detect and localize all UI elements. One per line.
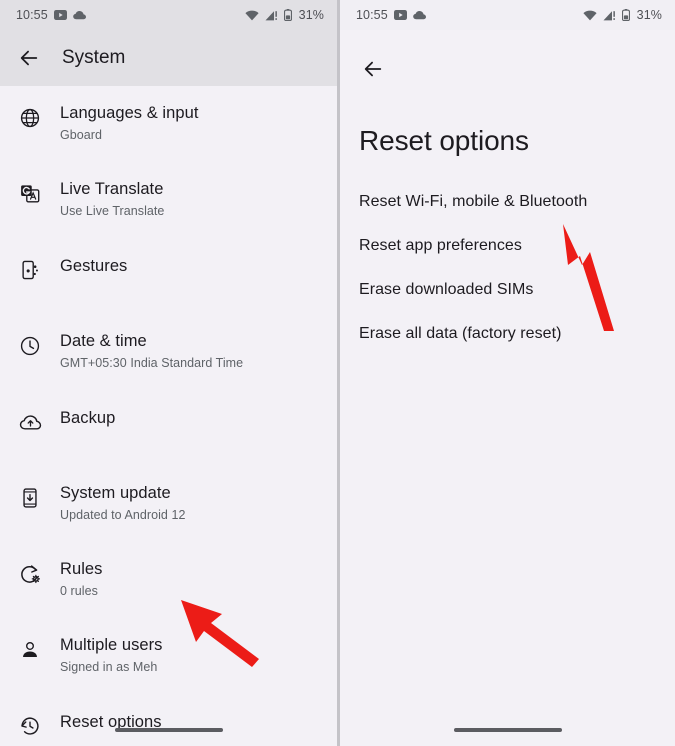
wifi-icon	[245, 10, 259, 20]
settings-item-subtitle: 0 rules	[60, 584, 98, 598]
settings-item-title: Languages & input	[60, 104, 199, 122]
back-arrow-icon	[20, 50, 38, 66]
person-icon	[0, 635, 60, 661]
settings-item-texts: Multiple users Signed in as Meh	[60, 635, 163, 676]
reset-item-erase-downloaded-sims[interactable]: Erase downloaded SIMs	[340, 268, 675, 312]
settings-item-subtitle: Updated to Android 12	[60, 508, 186, 522]
settings-item-texts: Gestures	[60, 255, 127, 277]
mobile-signal-icon	[603, 10, 615, 20]
status-bar-left-group: 10:55	[16, 8, 87, 22]
settings-item-subtitle: GMT+05:30 India Standard Time	[60, 356, 244, 370]
back-button[interactable]	[6, 47, 52, 69]
reset-options-list: Reset Wi-Fi, mobile & Bluetooth Reset ap…	[340, 180, 675, 356]
gestures-icon	[0, 255, 60, 281]
system-settings-list: Languages & input Gboard Live Translate …	[0, 86, 337, 746]
navigation-pill[interactable]	[453, 728, 562, 732]
settings-item-backup[interactable]: Backup	[0, 398, 337, 474]
settings-item-texts: Languages & input Gboard	[60, 103, 198, 144]
mobile-signal-icon	[265, 10, 277, 20]
battery-icon	[621, 9, 630, 21]
navigation-pill[interactable]	[114, 728, 223, 732]
battery-percent: 31%	[636, 8, 662, 22]
page-title: System	[62, 47, 126, 68]
reset-options-page: Reset options Reset Wi-Fi, mobile & Blue…	[340, 96, 675, 746]
settings-item-title: System update	[60, 484, 171, 502]
settings-item-subtitle: Signed in as Meh	[60, 660, 158, 674]
settings-item-title: Backup	[60, 409, 116, 427]
reset-item-erase-all-data[interactable]: Erase all data (factory reset)	[340, 312, 675, 356]
settings-item-texts: Date & time GMT+05:30 India Standard Tim…	[60, 331, 243, 372]
battery-icon	[283, 9, 292, 21]
status-bar-right: 10:55 31%	[340, 0, 675, 30]
settings-item-languages-input[interactable]: Languages & input Gboard	[0, 94, 337, 170]
settings-item-title: Multiple users	[60, 636, 163, 654]
history-restore-icon	[0, 711, 60, 737]
status-bar-right-group: 31%	[583, 8, 662, 22]
settings-item-system-update[interactable]: System update Updated to Android 12	[0, 474, 337, 550]
settings-item-texts: Live Translate Use Live Translate	[60, 179, 164, 220]
reset-item-wifi-mobile-bluetooth[interactable]: Reset Wi-Fi, mobile & Bluetooth	[340, 180, 675, 224]
cloud-upload-icon	[72, 11, 86, 20]
translate-icon	[0, 179, 60, 205]
cloud-upload-icon	[412, 11, 426, 20]
cloud-backup-icon	[0, 407, 60, 434]
left-phone-screen: 10:55 31% System Languages & input Gboar…	[0, 0, 337, 746]
settings-item-live-translate[interactable]: Live Translate Use Live Translate	[0, 170, 337, 246]
status-bar-left: 10:55 31%	[0, 0, 337, 30]
status-clock: 10:55	[16, 8, 48, 22]
system-update-icon	[0, 483, 60, 509]
back-arrow-icon	[364, 61, 382, 77]
back-button[interactable]	[352, 48, 394, 90]
settings-item-title: Live Translate	[60, 180, 164, 198]
settings-item-texts: Backup	[60, 407, 115, 429]
reset-item-app-preferences[interactable]: Reset app preferences	[340, 224, 675, 268]
globe-icon	[0, 103, 60, 129]
battery-percent: 31%	[298, 8, 324, 22]
screenshot-root: 10:55 31% System Languages & input Gboar…	[0, 0, 675, 746]
settings-item-title: Gestures	[60, 257, 128, 275]
settings-item-reset-options[interactable]: Reset options	[0, 702, 337, 746]
right-phone-screen: 10:55 31% Reset options Reset Wi-Fi, mob…	[340, 0, 675, 746]
settings-item-texts: System update Updated to Android 12	[60, 483, 185, 524]
rules-icon	[0, 559, 60, 586]
settings-item-rules[interactable]: Rules 0 rules	[0, 550, 337, 626]
settings-item-date-time[interactable]: Date & time GMT+05:30 India Standard Tim…	[0, 322, 337, 398]
wifi-icon	[583, 10, 597, 20]
status-clock: 10:55	[356, 8, 388, 22]
settings-item-gestures[interactable]: Gestures	[0, 246, 337, 322]
status-bar-right-group: 31%	[245, 8, 324, 22]
app-bar: System	[0, 30, 337, 86]
clock-icon	[0, 331, 60, 357]
reset-options-heading: Reset options	[359, 125, 529, 156]
settings-item-subtitle: Gboard	[60, 128, 102, 142]
settings-item-title: Date & time	[60, 332, 147, 350]
youtube-icon	[393, 10, 407, 20]
status-bar-left-group: 10:55	[356, 8, 427, 22]
settings-item-subtitle: Use Live Translate	[60, 204, 165, 218]
settings-item-multiple-users[interactable]: Multiple users Signed in as Meh	[0, 626, 337, 702]
settings-item-texts: Rules 0 rules	[60, 559, 102, 600]
youtube-icon	[53, 10, 67, 20]
settings-item-title: Rules	[60, 560, 103, 578]
